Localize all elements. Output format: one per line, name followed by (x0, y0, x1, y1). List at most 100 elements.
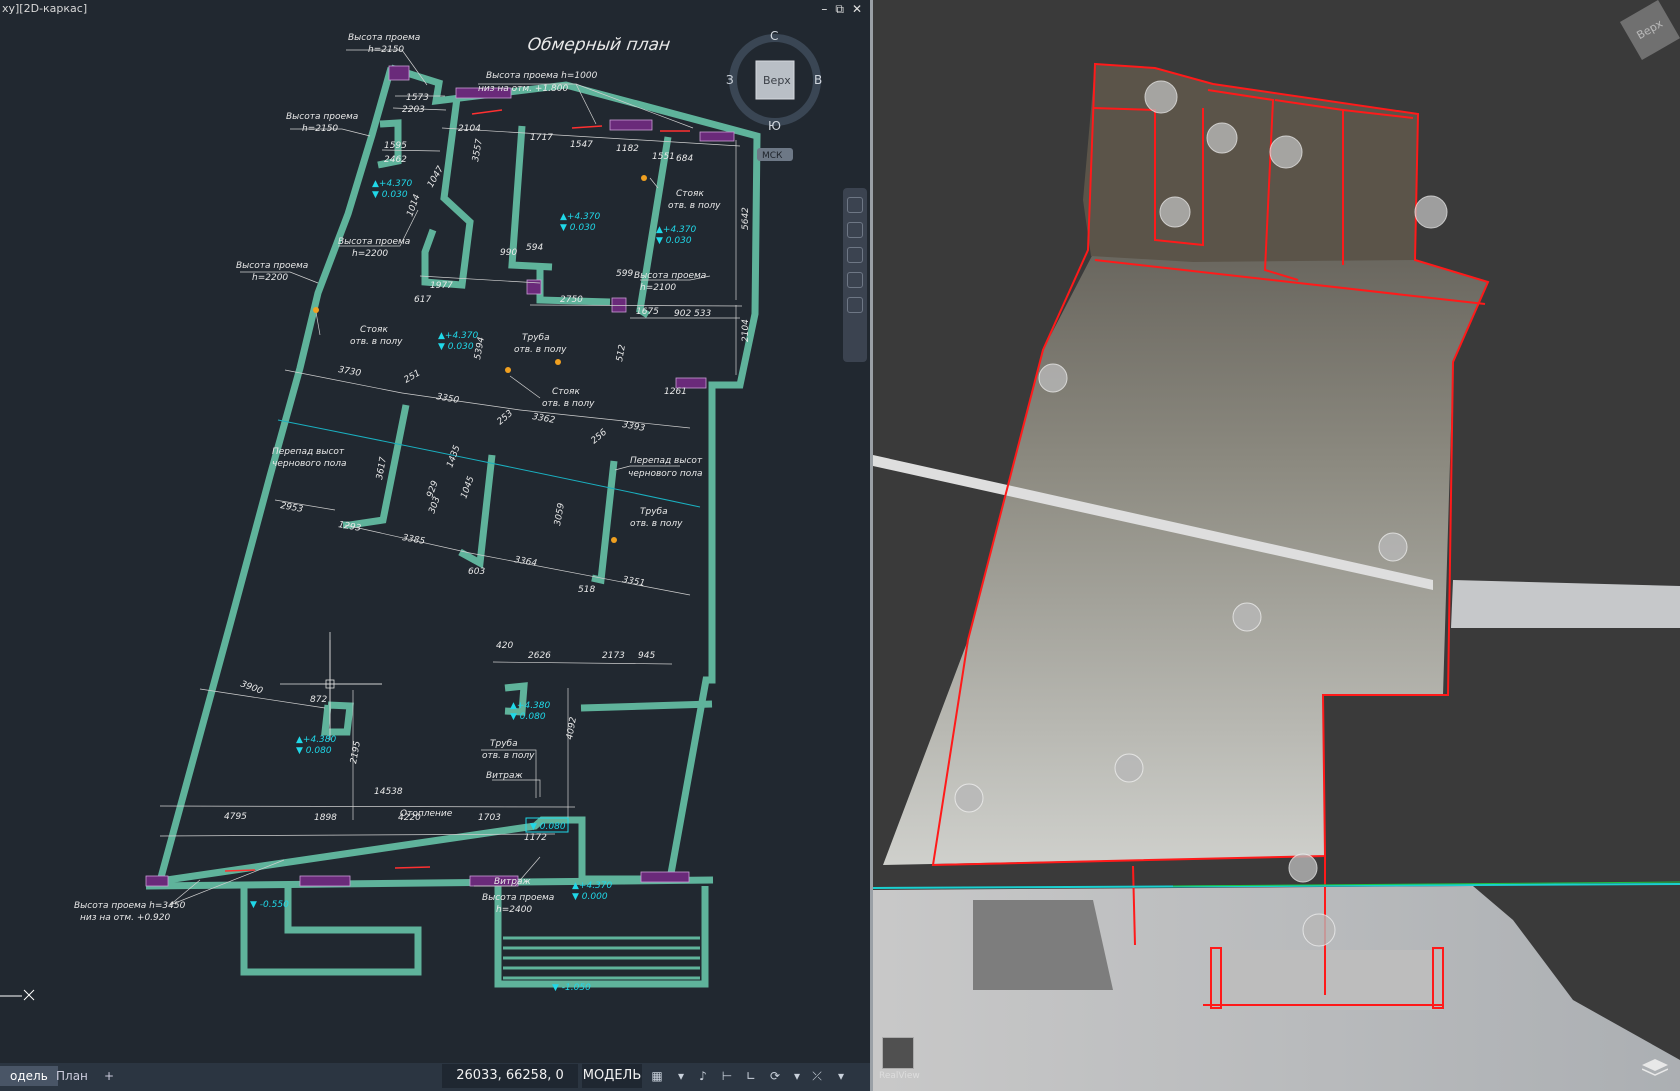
showmotion-icon[interactable] (847, 297, 863, 313)
elevation-value: ▼ -0.550 (250, 900, 289, 910)
navigation-bar[interactable] (843, 188, 867, 362)
cad-viewport[interactable]: xy][2D-каркас] – ⧉ ✕ Обмерный план 1573 … (0, 0, 870, 1091)
compass-south[interactable]: Ю (768, 119, 781, 133)
scan-right-wall (1451, 580, 1680, 628)
plan-title: Обмерный план (526, 35, 671, 55)
corner-right (580, 700, 713, 712)
realview-button[interactable]: RealView (879, 1037, 920, 1085)
dimension-value: 5642 (741, 207, 751, 230)
dimension-value: 3730 (337, 365, 362, 379)
scan-stairs (1213, 950, 1443, 1010)
label-opening-height-value: h=2200 (352, 249, 388, 259)
scan-exterior-dark (973, 900, 1113, 990)
zoom-icon[interactable] (847, 247, 863, 263)
orbit-icon[interactable] (847, 272, 863, 288)
label-pipe: Труба (490, 739, 518, 749)
compass-east[interactable]: В (814, 73, 822, 87)
pan-icon[interactable] (847, 222, 863, 238)
dimension-value: 3362 (531, 412, 556, 426)
label-floor-hole: отв. в полу (668, 201, 721, 211)
dimension-value: 684 (676, 154, 693, 164)
dimension-value: 3350 (435, 392, 460, 406)
layers-icon[interactable] (1642, 1059, 1668, 1077)
elevation-bottom: ▼ 0.080 (296, 746, 332, 756)
model-space-button[interactable]: МОДЕЛЬ (582, 1064, 642, 1088)
dropdown-chevron-icon[interactable]: ▾ (674, 1069, 688, 1083)
partition-3 (591, 460, 618, 585)
dimension-value: 3059 (553, 502, 567, 527)
dimension-value: 1261 (664, 387, 687, 397)
snap-icon[interactable]: ♪ (696, 1069, 710, 1083)
partition-2 (458, 454, 496, 569)
dimension-value: 256 (590, 427, 610, 446)
ortho-icon[interactable]: ⊢ (720, 1069, 734, 1083)
dimension-value: 617 (414, 295, 431, 305)
label-floor-step: Перепад высот (272, 447, 345, 457)
dimension-value: 1703 (478, 813, 501, 823)
otrack-icon[interactable]: ⤫ (810, 1069, 824, 1083)
coordinate-readout[interactable]: 26033, 66258, 0 (442, 1064, 578, 1088)
dimension-value: 3900 (239, 679, 264, 696)
dimension-value: 2626 (528, 651, 551, 661)
polar-icon[interactable]: ∟ (744, 1069, 758, 1083)
grid-icon[interactable]: ▦ (650, 1069, 664, 1083)
realview-label: RealView (879, 1071, 920, 1081)
floor-plan-drawing: Обмерный план 15732203210417171547 11821… (0, 29, 822, 1001)
elevation-value: ▼ 0.080 (530, 822, 566, 832)
dimension-value: 2953 (279, 501, 304, 515)
dimension-value: 990 (500, 248, 517, 258)
label-heating: Отопление (400, 809, 453, 819)
elevation-bottom: ▼ 0.030 (560, 223, 596, 233)
label-opening-height-value: h=2150 (368, 45, 404, 55)
dimension-value: 3393 (621, 420, 646, 434)
elevation-top: ▲+4.380 (296, 735, 337, 745)
compass-north[interactable]: С (770, 29, 778, 43)
label-riser: Стояк (360, 325, 388, 335)
dimension-value: 945 (638, 651, 655, 661)
dimension-value: 1014 (405, 193, 422, 218)
tab-layout-plan[interactable]: План (46, 1066, 98, 1086)
ucs-icon (0, 989, 35, 1001)
dimension-value: 420 (496, 641, 513, 651)
label-floor-step-sub: чернового пола (628, 469, 703, 479)
wcs-label: МСК (762, 151, 783, 161)
dropdown-chevron-icon[interactable]: ▾ (790, 1069, 804, 1083)
dimension-value: 599 (616, 269, 633, 279)
dimension-value: 1547 (570, 140, 593, 150)
dimension-value: 251 (403, 368, 423, 385)
viewcube[interactable]: Верх С Ю З В МСК (726, 29, 822, 161)
elevation-bottom: ▼ 0.000 (572, 892, 608, 902)
dimension-value: 2203 (402, 105, 425, 115)
pointcloud-render (873, 62, 1680, 1091)
label-opening-bottom: низ на отм. +1.800 (478, 84, 568, 94)
label-floor-step: Перепад высот (630, 456, 703, 466)
dimension-value: 1182 (616, 144, 639, 154)
label-showcase: Витраж (486, 771, 523, 781)
label-floor-hole: отв. в полу (630, 519, 683, 529)
elevation-bottom: ▼ 0.030 (656, 236, 692, 246)
dimension-value: 4795 (224, 812, 247, 822)
steering-wheel-icon[interactable] (847, 197, 863, 213)
dimension-value: 512 (615, 344, 628, 363)
label-floor-hole: отв. в полу (482, 751, 535, 761)
scan-upper-rooms (1083, 64, 1418, 262)
label-opening-bottom: низ на отм. +0.920 (80, 913, 170, 923)
dimension-value: 3364 (513, 555, 538, 569)
partition-1 (343, 404, 410, 529)
label-opening-height: Высота проема (236, 261, 308, 271)
elevation-bottom: ▼ 0.030 (438, 342, 474, 352)
dimension-value: 1675 (636, 307, 659, 317)
osnap-icon[interactable]: ⟳ (768, 1069, 782, 1083)
dimension-value: 253 (496, 408, 516, 427)
realview-icon (882, 1037, 914, 1069)
label-opening-height: Высота проема (482, 893, 554, 903)
dropdown-chevron-icon[interactable]: ▾ (834, 1069, 848, 1083)
label-opening-height: Высота проема (634, 271, 706, 281)
label-riser: Стояк (676, 189, 704, 199)
pointcloud-viewport[interactable]: Верх RealView (873, 0, 1680, 1091)
label-floor-step-sub: чернового пола (272, 459, 347, 469)
add-layout-button[interactable]: + (94, 1066, 124, 1086)
label-opening-height: Высота проема (338, 237, 410, 247)
compass-west[interactable]: З (726, 73, 734, 87)
elevation-top: ▲+4.370 (572, 881, 613, 891)
